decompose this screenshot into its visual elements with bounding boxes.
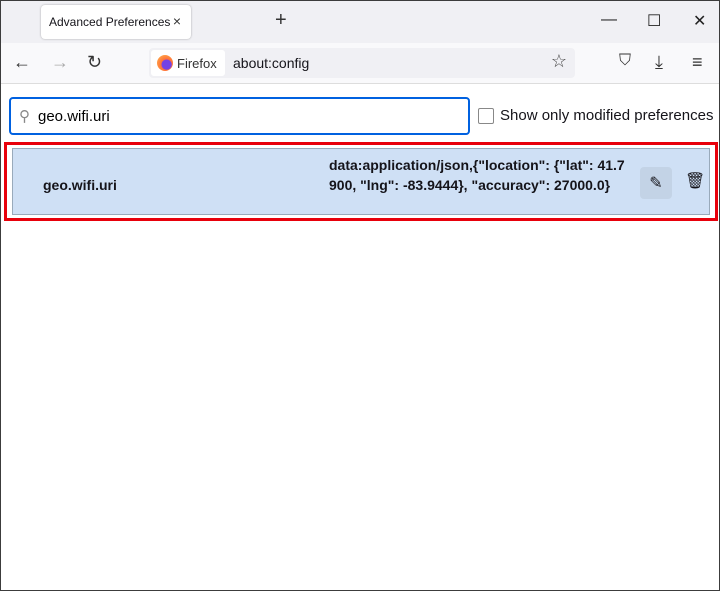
checkbox-label: Show only modified preferences [500,107,714,124]
identity-box[interactable]: Firefox [151,50,225,76]
menu-icon[interactable]: ≡ [692,52,703,73]
bookmark-star-icon[interactable]: ☆ [551,51,567,72]
close-window-button[interactable]: ✕ [693,11,706,31]
preference-value: data:application/json,{"location": {"lat… [329,157,625,193]
back-button[interactable]: ← [13,52,31,73]
search-icon: ⚲ [19,108,30,125]
browser-window: Advanced Preferences × + — ☐ ✕ ← → ↻ Fir… [0,0,720,591]
navigation-toolbar: ← → ↻ Firefox about:config ☆ ⛉ ⤓ ≡ [1,43,719,84]
firefox-logo-icon [157,55,173,71]
checkbox-box[interactable] [478,107,494,124]
reload-button[interactable]: ↻ [87,52,102,73]
search-field[interactable]: ⚲ [9,97,470,135]
tab-advanced-preferences[interactable]: Advanced Preferences × [41,5,191,39]
preference-row[interactable]: geo.wifi.uri data:application/json,{"loc… [12,148,710,215]
tab-close-icon[interactable]: × [173,13,181,29]
pocket-icon[interactable]: ⛉ [619,52,631,70]
preference-name: geo.wifi.uri [43,177,117,193]
show-modified-checkbox[interactable]: Show only modified preferences [478,107,713,124]
url-bar[interactable]: Firefox about:config ☆ [149,48,575,78]
url-text[interactable]: about:config [233,55,309,71]
download-icon[interactable]: ⤓ [655,52,663,73]
new-tab-button[interactable]: + [275,9,287,32]
tab-bar: Advanced Preferences × + — ☐ ✕ [1,1,719,43]
edit-pencil-icon[interactable]: ✎ [640,167,672,199]
delete-trash-icon[interactable]: 🗑 [685,171,705,191]
highlight-box: geo.wifi.uri data:application/json,{"loc… [4,142,718,221]
search-input[interactable] [38,107,438,125]
forward-button[interactable]: → [51,52,69,73]
minimize-button[interactable]: — [601,11,617,29]
tab-title: Advanced Preferences [49,15,171,29]
identity-label: Firefox [177,55,217,71]
maximize-button[interactable]: ☐ [647,11,661,31]
